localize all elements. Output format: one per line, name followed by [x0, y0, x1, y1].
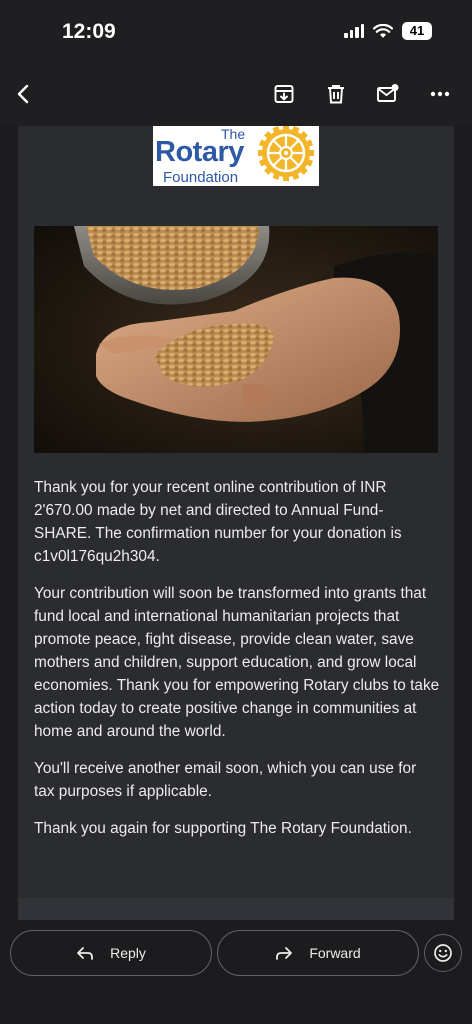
battery-icon: 41: [402, 22, 432, 40]
email-card-footer: [18, 898, 454, 920]
email-paragraph: You'll receive another email soon, which…: [34, 760, 417, 800]
reply-button-label: Reply: [110, 945, 146, 961]
trash-icon[interactable]: [316, 74, 356, 114]
rotary-wheel-icon: [258, 126, 314, 181]
logo-foundation-text: Foundation: [163, 169, 239, 186]
reply-button[interactable]: Reply: [10, 930, 212, 976]
signal-icon: [344, 24, 364, 38]
hero-image-hand-with-grain: [34, 226, 438, 453]
email-body-text: Thank you for your recent online contrib…: [34, 476, 440, 854]
wifi-icon: [373, 23, 393, 38]
rotary-foundation-logo: The Rotary Foundation: [153, 126, 319, 186]
email-paragraph: Thank you for your recent online contrib…: [34, 479, 402, 565]
email-paragraph: Your contribution will soon be transform…: [34, 585, 440, 740]
archive-icon[interactable]: [264, 74, 304, 114]
status-icons: 41: [344, 22, 432, 40]
logo-rotary-text: Rotary: [155, 136, 244, 168]
emoji-icon: [434, 944, 452, 962]
forward-button[interactable]: Forward: [217, 930, 419, 976]
email-paragraph: Thank you again for supporting The Rotar…: [34, 820, 412, 837]
mark-unread-icon[interactable]: [368, 74, 408, 114]
emoji-reaction-button[interactable]: [424, 934, 462, 972]
back-arrow-icon[interactable]: [4, 74, 44, 114]
forward-icon: [276, 947, 293, 960]
top-app-bar: [0, 62, 472, 126]
status-bar: 12:09 41: [0, 0, 472, 62]
more-vert-icon[interactable]: [420, 74, 460, 114]
status-time: 12:09: [62, 20, 116, 43]
forward-button-label: Forward: [309, 945, 361, 961]
reply-icon: [77, 947, 93, 960]
